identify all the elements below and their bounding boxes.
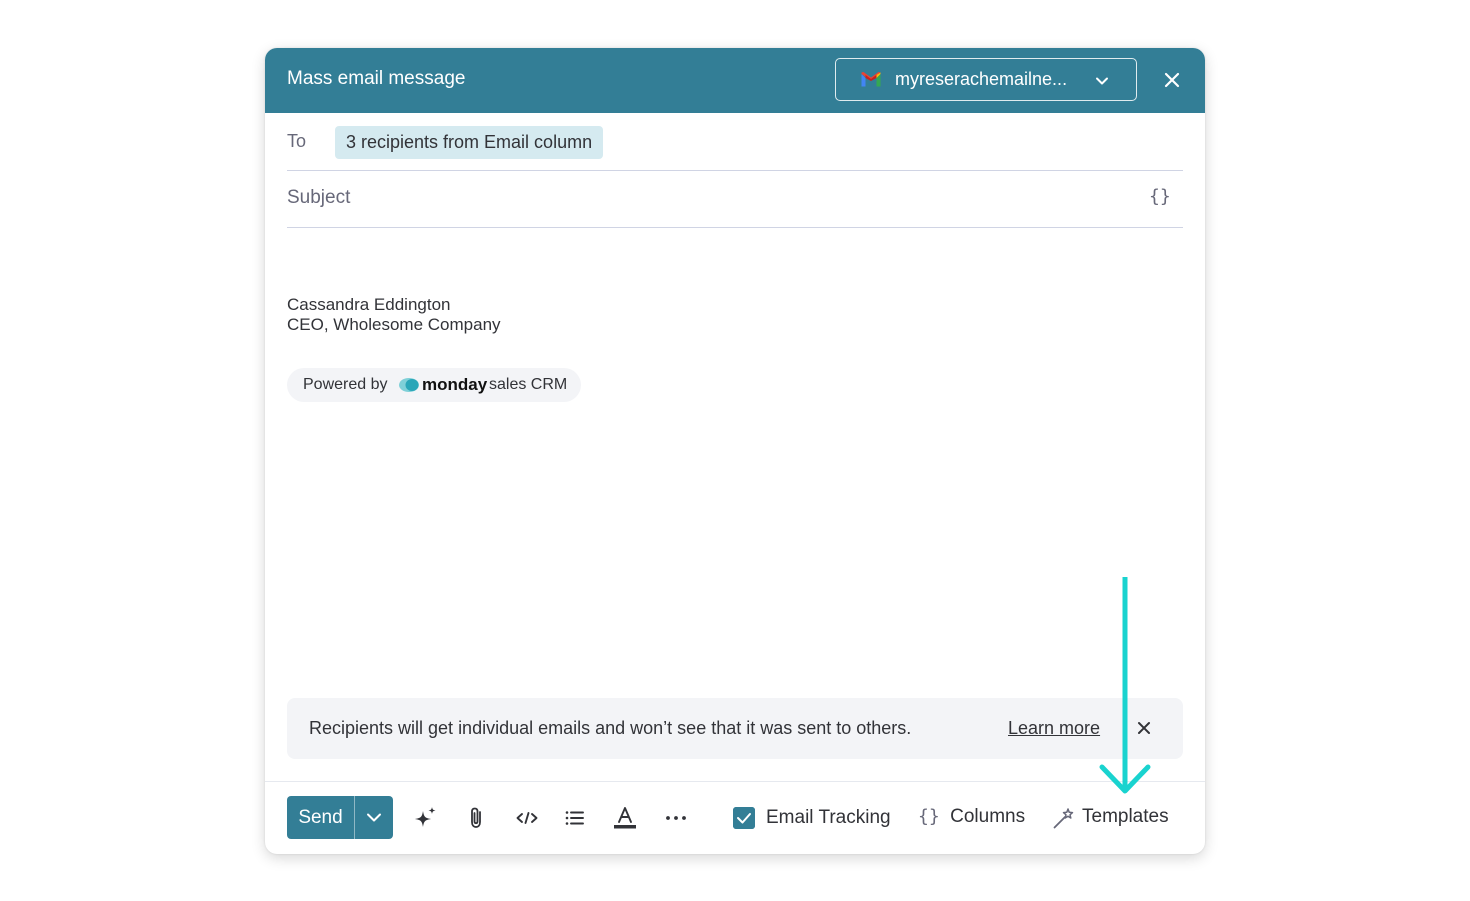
columns-button[interactable]: {} Columns (918, 806, 1025, 830)
templates-label: Templates (1082, 806, 1169, 827)
chevron-down-icon (1096, 77, 1108, 85)
more-icon[interactable] (663, 805, 689, 831)
close-icon[interactable] (1162, 70, 1182, 90)
to-label: To (287, 131, 307, 151)
email-account-select[interactable]: myreserachemailne... (835, 58, 1137, 101)
powered-by-prefix: Powered by (303, 376, 388, 393)
send-button-group: Send (287, 796, 393, 839)
columns-label: Columns (950, 806, 1026, 827)
account-label: myreserachemailne... (895, 69, 1068, 89)
learn-more-link[interactable]: Learn more (1008, 718, 1100, 739)
footer-divider (265, 781, 1205, 782)
recipients-chip[interactable]: 3 recipients from Email column (335, 126, 604, 159)
info-banner: Recipients will get individual emails an… (287, 698, 1183, 759)
send-button[interactable]: Send (287, 796, 354, 839)
gmail-icon (861, 72, 881, 87)
monday-logo-icon (399, 378, 419, 392)
annotation-arrow-icon (1099, 577, 1151, 794)
email-tracking-label: Email Tracking (766, 807, 891, 828)
signature-name: Cassandra Eddington (287, 295, 451, 314)
sales-crm-label: sales CRM (489, 376, 568, 393)
ai-sparkle-icon[interactable] (413, 805, 439, 831)
powered-by-badge[interactable]: Powered by monday sales CRM (287, 368, 581, 402)
to-row: To 3 recipients from Email column (287, 113, 1183, 171)
send-options-dropdown[interactable] (355, 796, 393, 839)
mass-email-dialog: Mass email message myreserachemailne... … (265, 48, 1205, 854)
subject-row: {} (287, 170, 1183, 228)
subject-input[interactable] (287, 184, 1127, 212)
monday-brand: monday (422, 375, 488, 394)
code-icon[interactable] (514, 805, 540, 831)
dialog-header: Mass email message myreserachemailne... (265, 48, 1205, 113)
signature-title: CEO, Wholesome Company (287, 315, 501, 334)
checkbox-checked-icon[interactable] (733, 807, 755, 829)
email-signature[interactable]: Cassandra Eddington CEO, Wholesome Compa… (287, 295, 501, 335)
curly-braces-icon: {} (918, 806, 940, 827)
info-banner-text: Recipients will get individual emails an… (309, 718, 912, 738)
list-icon[interactable] (562, 805, 588, 831)
magic-wand-icon (1053, 808, 1074, 829)
text-color-icon[interactable] (612, 805, 638, 831)
attachment-icon[interactable] (464, 805, 490, 831)
variables-icon[interactable]: {} (1149, 186, 1171, 207)
dialog-title: Mass email message (287, 68, 466, 89)
